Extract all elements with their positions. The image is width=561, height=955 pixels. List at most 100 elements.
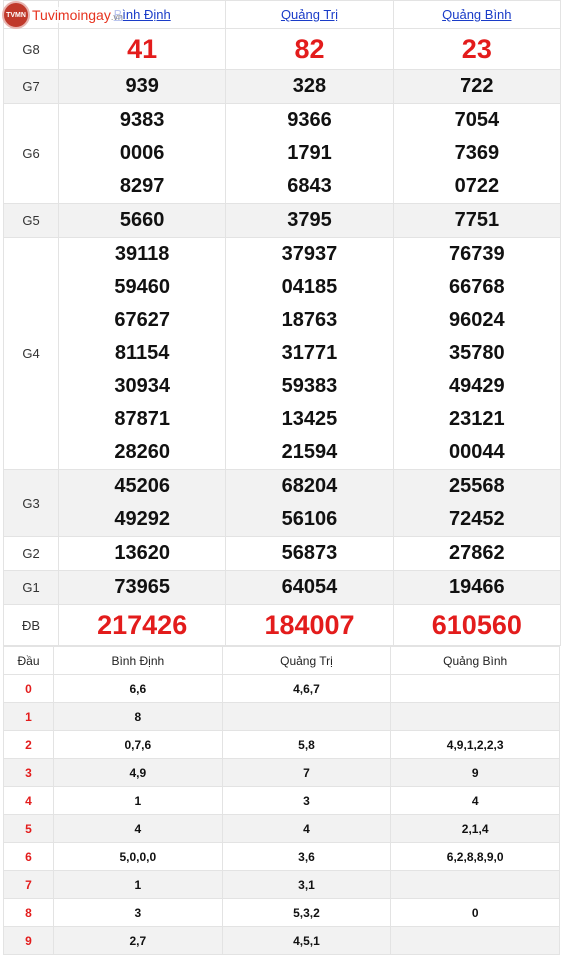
prize-cell: 39118 59460 67627 81154 30934 87871 28260 (57, 237, 227, 470)
prize-number: 56106 (281, 508, 338, 530)
loto-cell: 5,8 (221, 730, 392, 759)
prize-number: 19466 (449, 576, 505, 598)
prize-label: G6 (3, 103, 59, 204)
prize-number: 04185 (281, 276, 338, 298)
loto-cell: 9 (390, 758, 560, 787)
prize-cell: 610560 (392, 604, 561, 646)
loto-header-quang-binh: Quảng Bình (390, 646, 560, 675)
prize-number: 217426 (97, 610, 188, 640)
prize-number: 7054 (454, 109, 500, 131)
prize-number: 1791 (287, 142, 332, 164)
prize-number: 939 (125, 75, 159, 97)
loto-dau: 4 (3, 786, 54, 815)
loto-header-row: Đầu Bình Định Quảng Trị Quảng Bình (3, 646, 560, 675)
loto-cell: 4,5,1 (221, 926, 392, 955)
prize-row: G1 73965 64054 19466 (3, 570, 561, 605)
loto-dau: 5 (3, 814, 54, 843)
prize-row: G7 939 328 722 (3, 69, 561, 104)
prize-number: 68204 (281, 475, 338, 497)
prize-number: 66768 (449, 276, 505, 298)
prize-cell: 9383 0006 8297 (57, 103, 227, 204)
prize-cell: 45206 49292 (57, 469, 227, 537)
prize-row: G5 5660 3795 7751 (3, 203, 561, 238)
prize-number: 67627 (114, 309, 170, 331)
prize-cell: 23 (392, 28, 561, 70)
prize-number: 3795 (287, 209, 332, 231)
prize-number: 610560 (431, 610, 522, 640)
loto-dau: 2 (3, 730, 54, 759)
loto-dau: 8 (3, 898, 54, 927)
loto-cell: 8 (53, 702, 223, 731)
prize-cell: 25568 72452 (392, 469, 561, 537)
prize-cell: 13620 (57, 536, 227, 571)
prize-number: 9366 (287, 109, 332, 131)
prize-label: G4 (3, 237, 59, 470)
loto-dau: 6 (3, 842, 54, 871)
logo-text: Tuvimoingay.vn (32, 7, 123, 23)
prize-number: 31771 (281, 342, 338, 364)
prize-number: 72452 (449, 508, 505, 530)
loto-cell: 4,9,1,2,2,3 (390, 730, 560, 759)
site-logo[interactable]: TVMN Tuvimoingay.vn (2, 1, 123, 29)
loto-row: 18 (3, 702, 560, 731)
loto-cell: 2,7 (53, 926, 223, 955)
prize-number: 21594 (281, 441, 338, 463)
prize-cell: 722 (392, 69, 561, 104)
province-link-quang-tri[interactable]: Quảng Trị (281, 7, 338, 22)
province-link-quang-binh[interactable]: Quảng Bình (442, 7, 511, 22)
loto-header-binh-dinh: Bình Định (53, 646, 223, 675)
prize-number: 722 (460, 75, 494, 97)
loto-row: 8 3 5,3,2 0 (3, 898, 560, 927)
prize-row: G8 41 82 23 (3, 28, 561, 70)
loto-row: 4134 (3, 786, 560, 815)
prize-number: 6843 (287, 175, 332, 197)
prize-cell: 3795 (225, 203, 394, 238)
loto-cell: 0,7,6 (53, 730, 223, 759)
prize-row: G6 9383 0006 8297 9366 1791 6843 7054 7369 0722 (3, 103, 561, 204)
prize-cell: 56873 (225, 536, 394, 571)
prize-number: 59383 (281, 375, 338, 397)
prize-row: G2 13620 56873 27862 (3, 536, 561, 571)
prize-number: 7751 (454, 209, 500, 231)
loto-row: 2 0,7,6 5,8 4,9,1,2,2,3 (3, 730, 560, 759)
loto-cell: 3 (221, 786, 392, 815)
prize-cell: 939 (57, 69, 227, 104)
prize-number: 23 (461, 34, 492, 64)
prize-number: 76739 (449, 243, 505, 265)
loto-cell: 3 (53, 898, 223, 927)
prize-number: 18763 (281, 309, 338, 331)
prize-number: 35780 (449, 342, 505, 364)
prize-label: G5 (3, 203, 59, 238)
loto-cell: 4 (390, 786, 560, 815)
loto-row: 6 5,0,0,0 3,6 6,2,8,8,9,0 (3, 842, 560, 871)
prize-cell: 27862 (392, 536, 561, 571)
loto-cell: 3,1 (221, 870, 392, 899)
loto-cell (390, 702, 560, 731)
prize-number: 5660 (119, 209, 165, 231)
prize-number: 9383 (119, 109, 165, 131)
prize-number: 59460 (114, 276, 170, 298)
prize-number: 0722 (454, 175, 500, 197)
loto-cell: 3,6 (221, 842, 392, 871)
loto-body: 0 6,6 4,6,7 1 8 2 0,7,6 5,8 4,9,1,2,2,3 3 4,9 7 9 4 1 3… (3, 674, 560, 955)
loto-row: 3 4,9 7 9 (3, 758, 560, 787)
prize-number: 87871 (114, 408, 170, 430)
loto-row: 0 6,6 4,6,7 (3, 674, 560, 703)
results-body: G8 41 82 23 G7 939 328 722 G6 9383 0006 8297 9366 179… (3, 28, 561, 646)
loto-cell: 4 (53, 814, 223, 843)
prize-label: G1 (3, 570, 59, 605)
prize-number: 49429 (449, 375, 505, 397)
prize-cell: 68204 56106 (225, 469, 394, 537)
loto-header-dau: Đầu (3, 646, 54, 675)
prize-number: 81154 (114, 342, 170, 364)
prize-number: 8297 (119, 175, 165, 197)
prize-label: G7 (3, 69, 59, 104)
prize-number: 23121 (449, 408, 505, 430)
prize-number: 39118 (114, 243, 170, 265)
prize-number: 56873 (281, 542, 338, 564)
loto-dau: 9 (3, 926, 54, 955)
prize-number: 13620 (114, 542, 170, 564)
loto-cell: 4,6,7 (221, 674, 392, 703)
loto-row: 5 4 4 2,1,4 (3, 814, 560, 843)
loto-table: Đầu Bình Định Quảng Trị Quảng Bình 0 6,6 4… (3, 646, 560, 955)
